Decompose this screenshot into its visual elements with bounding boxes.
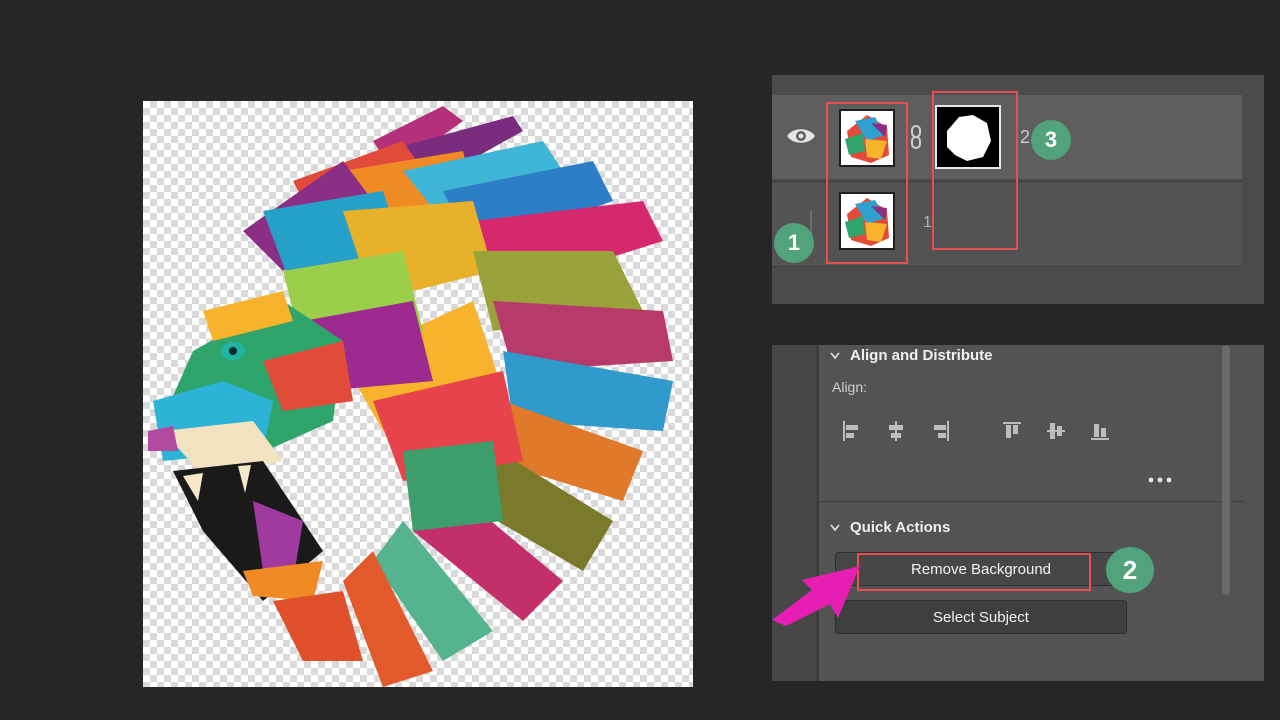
more-options-icon[interactable] — [1148, 477, 1172, 483]
highlight-layer-thumbnails — [826, 102, 908, 264]
layer-1-number: 1 — [923, 214, 932, 231]
highlight-layer-mask — [932, 91, 1018, 250]
quick-actions-header[interactable]: Quick Actions — [830, 519, 950, 536]
align-bottom-icon[interactable] — [1089, 419, 1111, 443]
properties-content: Align and Distribute Align: Quick Action… — [819, 345, 1244, 681]
link-chain-icon[interactable] — [909, 125, 923, 149]
align-horizontal-center-icon[interactable] — [885, 419, 907, 443]
chevron-down-icon — [830, 524, 840, 531]
eye-visibility-icon[interactable] — [786, 126, 816, 146]
align-left-icon[interactable] — [841, 419, 863, 443]
chevron-down-icon — [830, 352, 840, 359]
align-vertical-center-icon[interactable] — [1045, 419, 1067, 443]
align-distribute-title: Align and Distribute — [850, 347, 993, 364]
select-subject-button[interactable]: Select Subject — [835, 600, 1127, 634]
step-badge-1: 1 — [774, 223, 814, 263]
align-right-icon[interactable] — [929, 419, 951, 443]
section-divider — [819, 501, 1244, 502]
properties-panel: Align and Distribute Align: Quick Action… — [772, 345, 1264, 681]
align-distribute-header[interactable]: Align and Distribute — [830, 347, 993, 364]
step-badge-2: 2 — [1106, 547, 1154, 593]
pointer-arrow-icon — [772, 566, 860, 626]
layers-scrollbar[interactable] — [1242, 95, 1264, 265]
quick-actions-title: Quick Actions — [850, 519, 951, 536]
highlight-remove-background — [857, 553, 1091, 591]
layer-2-number: 2 — [1020, 127, 1031, 147]
align-top-icon[interactable] — [1001, 419, 1023, 443]
step-badge-3: 3 — [1031, 120, 1071, 160]
lion-artwork — [148, 106, 673, 687]
panel-gutter — [772, 345, 819, 681]
align-label: Align: — [832, 379, 868, 395]
document-canvas[interactable] — [143, 101, 693, 687]
properties-scrollbar[interactable] — [1222, 345, 1230, 595]
